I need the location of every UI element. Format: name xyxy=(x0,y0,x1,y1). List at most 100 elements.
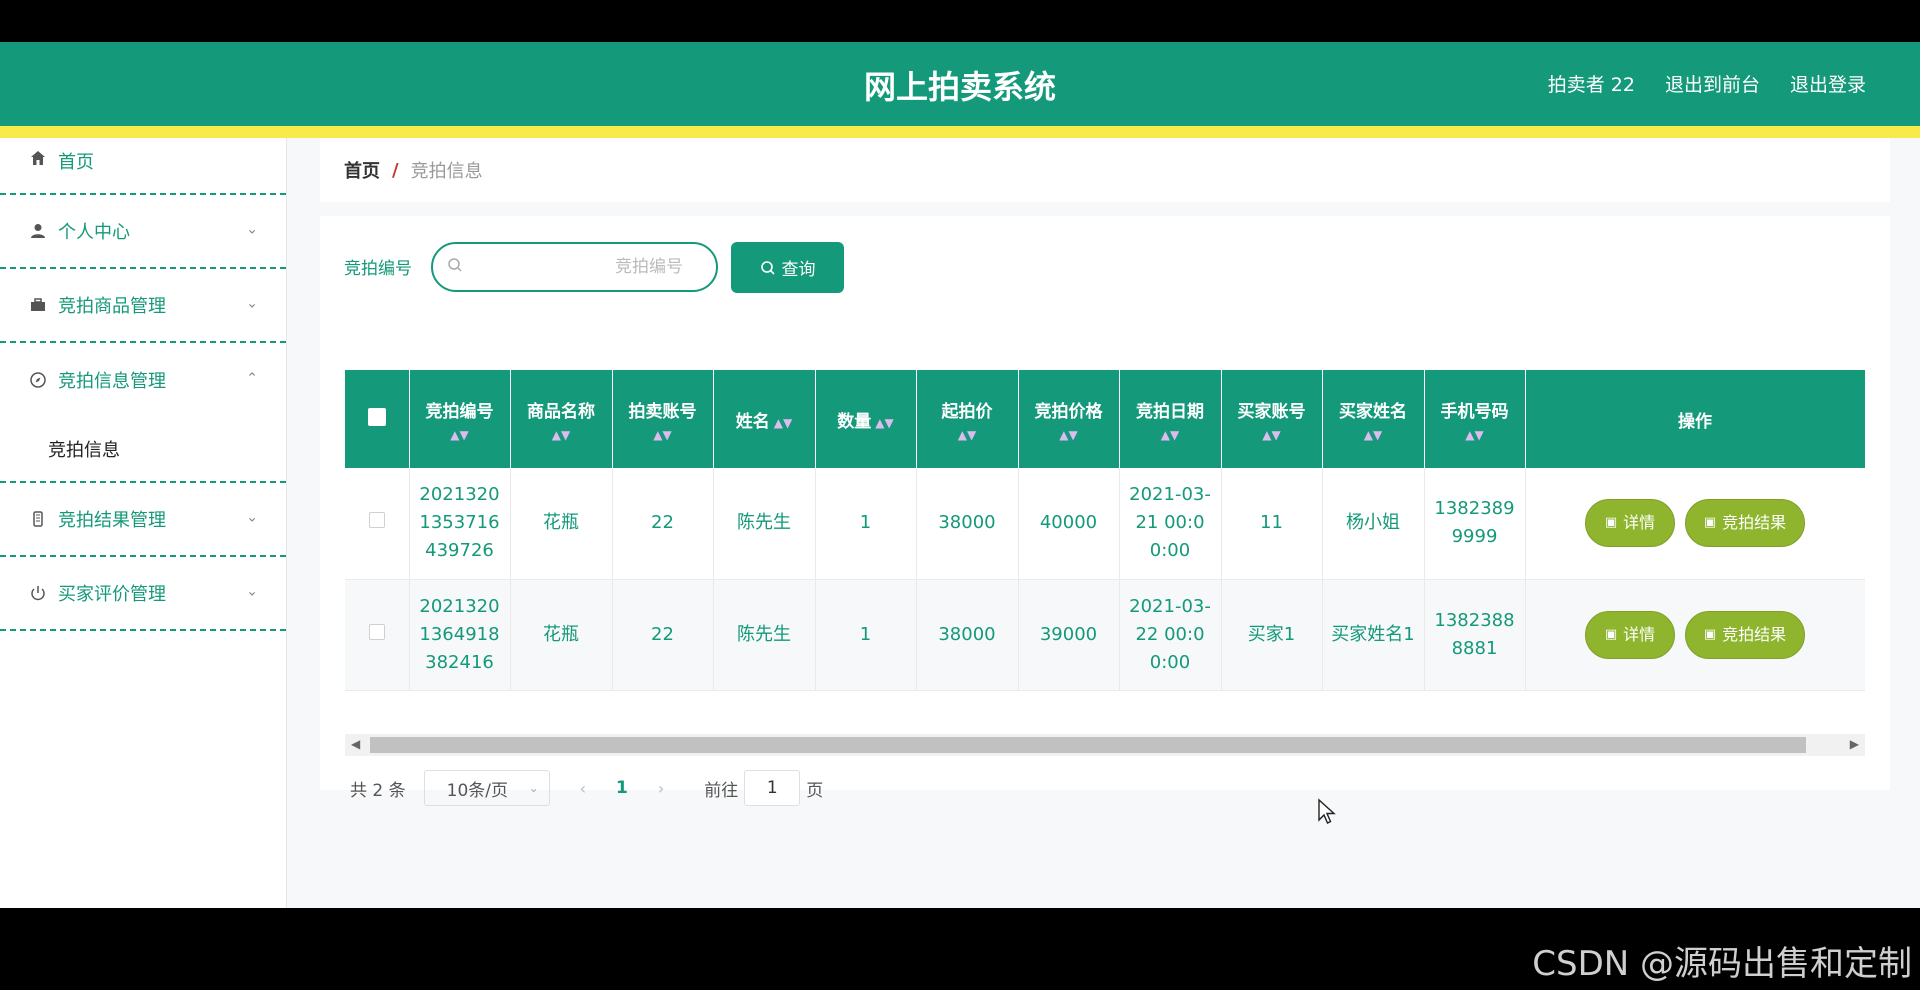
col-header[interactable]: 手机号码 ▲▼ xyxy=(1424,370,1526,468)
search-box[interactable] xyxy=(431,242,718,292)
sidebar-group-auction-info: 竞拍信息管理 ⌃ 竞拍信息 xyxy=(0,343,286,483)
header: 网上拍卖系统 拍卖者 22 退出到前台 退出登录 xyxy=(0,42,1920,126)
query-button-label: 查询 xyxy=(781,260,816,280)
sort-icon[interactable]: ▲▼ xyxy=(414,428,506,442)
sort-icon[interactable]: ▲▼ xyxy=(774,416,792,430)
cell-quantity: 1 xyxy=(815,579,917,691)
auction-result-button[interactable]: ▣ 竞拍结果 xyxy=(1685,610,1805,659)
goto-label: 前往 xyxy=(704,780,739,801)
col-header[interactable]: 竞拍日期 ▲▼ xyxy=(1119,370,1222,468)
breadcrumb-home[interactable]: 首页 xyxy=(344,157,380,183)
user-icon xyxy=(28,221,48,241)
table-row: 20213201353716439726 花瓶 22 陈先生 1 38000 4… xyxy=(345,468,1865,580)
search-icon xyxy=(447,257,463,278)
scroll-left-icon[interactable]: ◀ xyxy=(351,737,360,751)
select-all-checkbox[interactable] xyxy=(367,407,386,426)
row-checkbox[interactable] xyxy=(368,512,385,529)
search-input[interactable] xyxy=(463,257,683,277)
cell-buyer-name: 杨小姐 xyxy=(1322,468,1425,580)
row-checkbox[interactable] xyxy=(368,623,385,640)
cell-actions: ▣ 详情 ▣ 竞拍结果 xyxy=(1525,579,1865,691)
cell-buyer-account: 11 xyxy=(1221,468,1323,580)
page-size-select[interactable]: 10条/页 ⌄ xyxy=(423,770,550,806)
table-row: 20213201364918382416 花瓶 22 陈先生 1 38000 3… xyxy=(345,579,1865,691)
sidebar-item-label: 个人中心 xyxy=(58,222,130,243)
search-label: 竞拍编号 xyxy=(344,259,412,279)
cell-auction-id: 20213201353716439726 xyxy=(409,468,511,580)
col-label: 竞拍日期 xyxy=(1136,401,1204,422)
prev-page-icon[interactable]: ‹ xyxy=(580,779,586,798)
cell-bid-price: 40000 xyxy=(1018,468,1120,580)
chevron-down-icon: ⌄ xyxy=(246,221,258,238)
col-header[interactable]: 竞拍编号 ▲▼ xyxy=(409,370,511,468)
goto-page-input[interactable] xyxy=(744,770,801,806)
breadcrumb-current: 竞拍信息 xyxy=(410,161,483,182)
sidebar-item-goods-management[interactable]: 竞拍商品管理 ⌄ xyxy=(0,269,286,343)
col-label: 姓名 xyxy=(735,411,770,432)
auction-result-button-label: 竞拍结果 xyxy=(1722,513,1787,533)
cell-buyer-name: 买家姓名1 xyxy=(1322,579,1425,691)
sort-icon[interactable]: ▲▼ xyxy=(515,428,608,442)
page-number[interactable]: 1 xyxy=(616,778,628,798)
col-label: 买家姓名 xyxy=(1339,401,1407,422)
sort-icon[interactable]: ▲▼ xyxy=(1124,428,1217,442)
sidebar-subitem-auction-info[interactable]: 竞拍信息 xyxy=(0,417,286,481)
detail-button[interactable]: ▣ 详情 xyxy=(1585,610,1675,659)
col-header[interactable]: 买家账号 ▲▼ xyxy=(1221,370,1323,468)
cell-quantity: 1 xyxy=(815,468,917,580)
sort-icon[interactable]: ▲▼ xyxy=(921,428,1014,442)
chevron-down-icon: ⌄ xyxy=(246,583,258,600)
scrollbar-thumb[interactable] xyxy=(370,737,1806,753)
sort-icon[interactable]: ▲▼ xyxy=(1226,428,1318,442)
cell-seller-account: 22 xyxy=(612,468,714,580)
sidebar-item-label: 竞拍结果管理 xyxy=(58,510,166,531)
horizontal-scrollbar[interactable]: ◀ ▶ xyxy=(345,734,1865,756)
sort-icon[interactable]: ▲▼ xyxy=(1429,428,1521,442)
header-actions: 拍卖者 22 退出到前台 退出登录 xyxy=(1548,70,1866,97)
col-header[interactable]: 起拍价 ▲▼ xyxy=(916,370,1019,468)
cell-start-price: 38000 xyxy=(916,468,1019,580)
logout-link[interactable]: 退出登录 xyxy=(1790,70,1866,97)
sidebar-item-label: 竞拍商品管理 xyxy=(58,296,166,317)
auction-result-button-label: 竞拍结果 xyxy=(1722,624,1787,644)
col-header[interactable]: 数量 ▲▼ xyxy=(815,370,917,468)
header-stripe xyxy=(0,126,1920,138)
col-label: 操作 xyxy=(1678,411,1712,432)
cell-auction-id: 20213201364918382416 xyxy=(409,579,511,691)
col-header-actions: 操作 xyxy=(1525,370,1865,468)
sort-icon[interactable]: ▲▼ xyxy=(1023,428,1115,442)
cell-seller-account: 22 xyxy=(612,579,714,691)
col-label: 数量 xyxy=(837,411,872,432)
cell-goods-name: 花瓶 xyxy=(510,468,613,580)
sidebar-item-label: 竞拍信息管理 xyxy=(58,371,166,392)
sidebar-item-buyer-review-management[interactable]: 买家评价管理 ⌄ xyxy=(0,557,286,631)
sort-icon[interactable]: ▲▼ xyxy=(875,416,893,430)
col-header[interactable]: 拍卖账号 ▲▼ xyxy=(612,370,714,468)
scroll-right-icon[interactable]: ▶ xyxy=(1850,737,1859,751)
sidebar-item-home[interactable]: 首页 xyxy=(0,138,286,195)
pagination-total: 共 2 条 xyxy=(350,780,406,801)
sidebar-item-personal-center[interactable]: 个人中心 ⌄ xyxy=(0,195,286,269)
col-header[interactable]: 姓名 ▲▼ xyxy=(713,370,816,468)
next-page-icon[interactable]: › xyxy=(658,779,664,798)
col-header[interactable]: 商品名称 ▲▼ xyxy=(510,370,613,468)
exit-to-front-link[interactable]: 退出到前台 xyxy=(1665,70,1760,97)
auction-result-button[interactable]: ▣ 竞拍结果 xyxy=(1685,499,1805,548)
detail-button-label: 详情 xyxy=(1623,624,1656,644)
cell-bid-date: 2021-03-21 00:00:00 xyxy=(1119,468,1222,580)
sidebar-item-auction-info-management[interactable]: 竞拍信息管理 ⌃ xyxy=(0,343,286,417)
detail-button[interactable]: ▣ 详情 xyxy=(1585,499,1675,548)
col-header[interactable]: 竞拍价格 ▲▼ xyxy=(1018,370,1120,468)
sidebar-item-label: 买家评价管理 xyxy=(58,584,166,605)
sort-icon[interactable]: ▲▼ xyxy=(1327,428,1420,442)
sort-icon[interactable]: ▲▼ xyxy=(617,428,709,442)
sidebar-item-auction-result-management[interactable]: 竞拍结果管理 ⌄ xyxy=(0,483,286,557)
breadcrumb-separator: / xyxy=(392,159,399,181)
cell-seller-name: 陈先生 xyxy=(713,468,816,580)
mouse-cursor-icon xyxy=(1318,798,1336,824)
col-header[interactable]: 买家姓名 ▲▼ xyxy=(1322,370,1425,468)
row-select-cell xyxy=(345,579,410,691)
document-icon: ▣ xyxy=(1703,626,1717,642)
document-icon: ▣ xyxy=(1604,626,1618,642)
query-button[interactable]: 查询 xyxy=(731,242,844,293)
